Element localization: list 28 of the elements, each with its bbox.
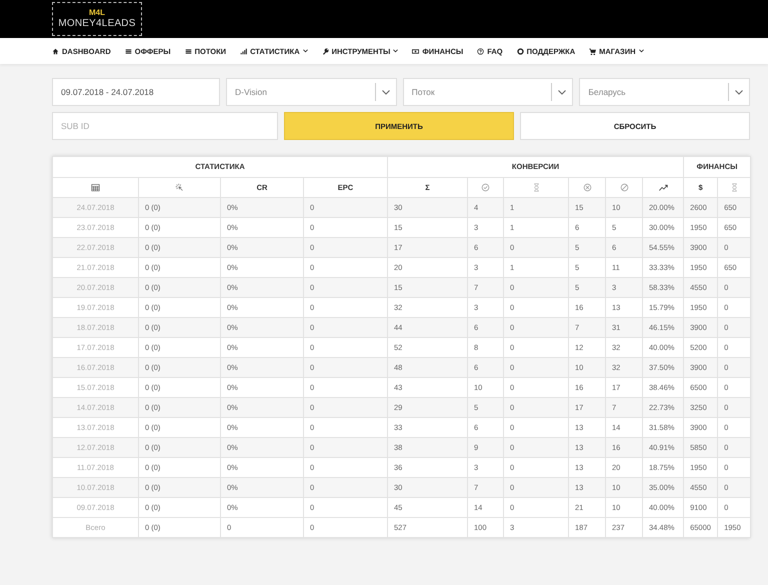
lifebuoy-icon [516, 48, 524, 54]
chevron-down-icon [558, 90, 566, 94]
home-icon [52, 48, 59, 54]
list-icon [184, 48, 192, 54]
select-dropdown[interactable]: Беларусь [579, 78, 750, 106]
cart-icon [589, 48, 596, 54]
chevron-down-icon [735, 90, 744, 94]
slash-circle-icon[interactable] [620, 183, 628, 192]
hourglass-icon[interactable] [730, 183, 739, 192]
select-dropdown[interactable]: Поток [402, 78, 574, 106]
logo-mark: M4L [89, 9, 105, 17]
x-circle-icon[interactable] [582, 183, 592, 192]
calendar-icon[interactable] [91, 183, 100, 192]
logo-name: MONEY4LEADS [58, 19, 136, 29]
grid-icon [124, 48, 132, 54]
select-dropdown[interactable]: D-Vision [226, 78, 397, 106]
trend-up-icon[interactable] [658, 183, 668, 192]
logo[interactable]: M4L MONEY4LEADS [52, 2, 142, 36]
bar-chart-icon [240, 48, 248, 54]
click-icon[interactable] [175, 183, 184, 192]
hourglass-icon[interactable] [532, 183, 540, 192]
banknote-icon [412, 48, 420, 54]
question-icon [477, 48, 484, 54]
check-circle-icon[interactable] [481, 183, 490, 192]
date-range-field[interactable]: 09.07.2018 - 24.07.2018 [52, 78, 220, 106]
sub-id-field[interactable]: SUB ID [52, 112, 278, 140]
chevron-down-icon [382, 90, 390, 94]
wrench-icon [322, 48, 329, 54]
